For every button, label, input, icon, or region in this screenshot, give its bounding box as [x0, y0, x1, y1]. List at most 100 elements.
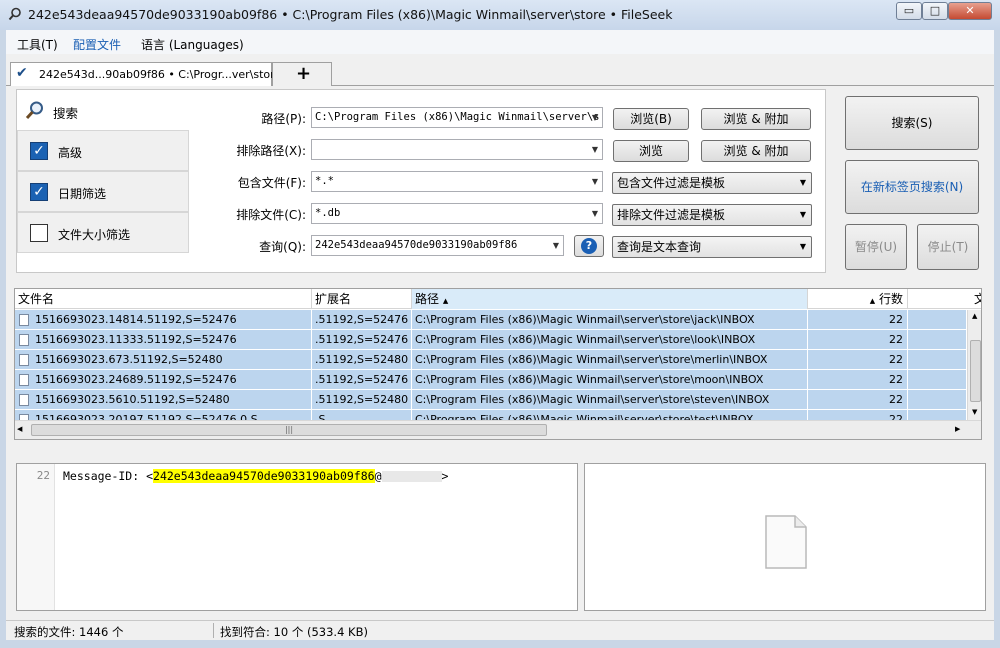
table-row[interactable]: 1516693023.673.51192,S=52480.51192,S=524… [15, 350, 967, 370]
header-path-label: 路径 [415, 292, 440, 306]
include-files-label: 包含文件(F): [237, 176, 306, 190]
close-button[interactable]: ✕ [948, 2, 992, 20]
exclude-mode-select[interactable]: 排除文件过滤是模板 ▼ [612, 204, 812, 226]
preview-line: Message-ID: <242e543deaa94570de9033190ab… [63, 469, 448, 483]
cell-extension: .51192,S=52476 [312, 330, 412, 350]
browse-button[interactable]: 浏览 [613, 140, 689, 162]
cell-lines: 22 [808, 390, 908, 410]
path-input[interactable]: C:\Program Files (x86)\Magic Winmail\ser… [311, 107, 603, 128]
preview-prefix: Message-ID: < [63, 469, 154, 483]
stop-button[interactable]: 停止(T) [917, 224, 979, 270]
sidebar-item-date-filter[interactable]: ✓ 日期筛选 [17, 171, 189, 212]
menu-tools[interactable]: 工具(T) [17, 36, 58, 53]
browse-add-button[interactable]: 浏览 & 附加 [701, 108, 811, 130]
scroll-up-icon[interactable]: ▲ [972, 312, 977, 320]
search-new-tab-button[interactable]: 在新标签页搜索(N) [845, 160, 979, 214]
advanced-checkbox[interactable]: ✓ [30, 142, 48, 160]
minimize-button[interactable]: ▭ [896, 2, 922, 20]
search-button[interactable]: 搜索(S) [845, 96, 979, 150]
tab-label: 242e543d...90ab09f86 • C:\Progr...ver\st… [39, 68, 282, 81]
vertical-scrollbar[interactable]: ▲ ▼ [967, 310, 981, 420]
sidebar-tab-search[interactable]: 搜索 [17, 90, 189, 130]
size-filter-checkbox[interactable] [30, 224, 48, 242]
tab-strip: ✔ 242e543d...90ab09f86 • C:\Progr...ver\… [6, 54, 994, 86]
cell-more [908, 310, 967, 330]
browse-add-button-2[interactable]: 浏览 & 附加 [701, 140, 811, 162]
exclude-files-value: *.db [315, 207, 341, 219]
size-filter-label: 文件大小筛选 [58, 228, 131, 242]
cell-more [908, 350, 967, 370]
sidebar-search-label: 搜索 [53, 106, 79, 121]
sidebar-item-advanced[interactable]: ✓ 高级 [17, 130, 189, 171]
scroll-down-icon[interactable]: ▼ [972, 408, 977, 416]
cell-path: C:\Program Files (x86)\Magic Winmail\ser… [412, 310, 808, 330]
scroll-left-icon[interactable]: ◀ [17, 425, 22, 433]
browse-b-button[interactable]: 浏览(B) [613, 108, 689, 130]
path-dropdown-icon[interactable]: ▼ [588, 108, 602, 127]
table-row[interactable]: 1516693023.5610.51192,S=52480.51192,S=52… [15, 390, 967, 410]
horizontal-scroll-thumb[interactable]: ||| [31, 424, 547, 436]
minimize-icon: ▭ [903, 4, 915, 17]
help-button[interactable]: ? [574, 235, 604, 257]
table-row[interactable]: 1516693023.24689.51192,S=52476.51192,S=5… [15, 370, 967, 390]
maximize-button[interactable]: □ [922, 2, 948, 20]
new-tab-button[interactable]: + [272, 62, 332, 86]
header-more[interactable]: 文 [908, 289, 981, 309]
cell-lines: 22 [808, 350, 908, 370]
query-dropdown-icon[interactable]: ▼ [549, 236, 563, 255]
cell-path: C:\Program Files (x86)\Magic Winmail\ser… [412, 350, 808, 370]
cell-extension: .51192,S=52480 [312, 350, 412, 370]
vertical-scroll-thumb[interactable] [970, 340, 981, 402]
maximize-icon: □ [929, 4, 941, 17]
exclude-mode-value: 排除文件过滤是模板 [617, 208, 726, 222]
scroll-right-icon[interactable]: ▶ [955, 425, 960, 433]
pause-button[interactable]: 暂停(U) [845, 224, 907, 270]
include-files-input[interactable]: *.* [311, 171, 603, 192]
include-files-dropdown-icon[interactable]: ▼ [588, 172, 602, 191]
exclude-path-dropdown-icon[interactable]: ▼ [588, 140, 602, 159]
sort-up-icon: ▲ [869, 297, 876, 305]
line-number: 22 [36, 469, 50, 482]
header-path[interactable]: 路径 ▲ [412, 289, 808, 309]
preview-at: @ [374, 469, 382, 483]
exclude-files-input[interactable]: *.db [311, 203, 603, 224]
sidebar-item-size-filter[interactable]: 文件大小筛选 [17, 212, 189, 253]
cell-path: C:\Program Files (x86)\Magic Winmail\ser… [412, 370, 808, 390]
cell-filename: 1516693023.14814.51192,S=52476 [15, 310, 312, 330]
preview-end: > [441, 469, 449, 483]
exclude-path-input[interactable] [311, 139, 603, 160]
status-bar: 搜索的文件: 1446 个 找到符合: 10 个 (533.4 KB) [6, 620, 994, 640]
header-extension[interactable]: 扩展名 [312, 289, 412, 309]
exclude-files-label: 排除文件(C): [236, 208, 306, 222]
header-lines[interactable]: ▲ 行数 [808, 289, 908, 309]
cell-more [908, 370, 967, 390]
cell-filename: 1516693023.5610.51192,S=52480 [15, 390, 312, 410]
header-filename[interactable]: 文件名 [15, 289, 312, 309]
title-bar: 242e543deaa94570de9033190ab09f86 • C:\Pr… [0, 0, 1000, 30]
exclude-files-dropdown-icon[interactable]: ▼ [588, 204, 602, 223]
cell-filename: 1516693023.11333.51192,S=52476 [15, 330, 312, 350]
chevron-down-icon: ▼ [799, 178, 806, 187]
date-filter-checkbox[interactable]: ✓ [30, 183, 48, 201]
query-mode-select[interactable]: 查询是文本查询 ▼ [612, 236, 812, 258]
menu-profile[interactable]: 配置文件 [73, 36, 121, 53]
tab-search-active[interactable]: ✔ 242e543d...90ab09f86 • C:\Progr...ver\… [10, 62, 281, 86]
cell-lines: 22 [808, 370, 908, 390]
close-icon: ✕ [965, 4, 975, 17]
horizontal-scrollbar[interactable]: ◀ ||| ▶ [15, 420, 981, 439]
query-input[interactable]: 242e543deaa94570de9033190ab09f86 [311, 235, 564, 256]
cell-more [908, 330, 967, 350]
redacted-domain [381, 471, 442, 482]
menu-language[interactable]: 语言 (Languages) [141, 36, 244, 53]
checkmark-icon: ✔ [16, 65, 28, 81]
table-row[interactable]: 1516693023.14814.51192,S=52476.51192,S=5… [15, 310, 967, 330]
chevron-down-icon: ▼ [799, 210, 806, 219]
sort-up-icon: ▲ [442, 297, 449, 305]
table-row[interactable]: 1516693023.11333.51192,S=52476.51192,S=5… [15, 330, 967, 350]
query-mode-value: 查询是文本查询 [617, 240, 702, 254]
text-preview-pane[interactable]: 22 Message-ID: <242e543deaa94570de903319… [16, 463, 578, 611]
preview-match-highlight: 242e543deaa94570de9033190ab09f86 [153, 469, 375, 483]
window-title: 242e543deaa94570de9033190ab09f86 • C:\Pr… [28, 7, 673, 22]
date-filter-label: 日期筛选 [58, 187, 107, 201]
include-mode-select[interactable]: 包含文件过滤是模板 ▼ [612, 172, 812, 194]
